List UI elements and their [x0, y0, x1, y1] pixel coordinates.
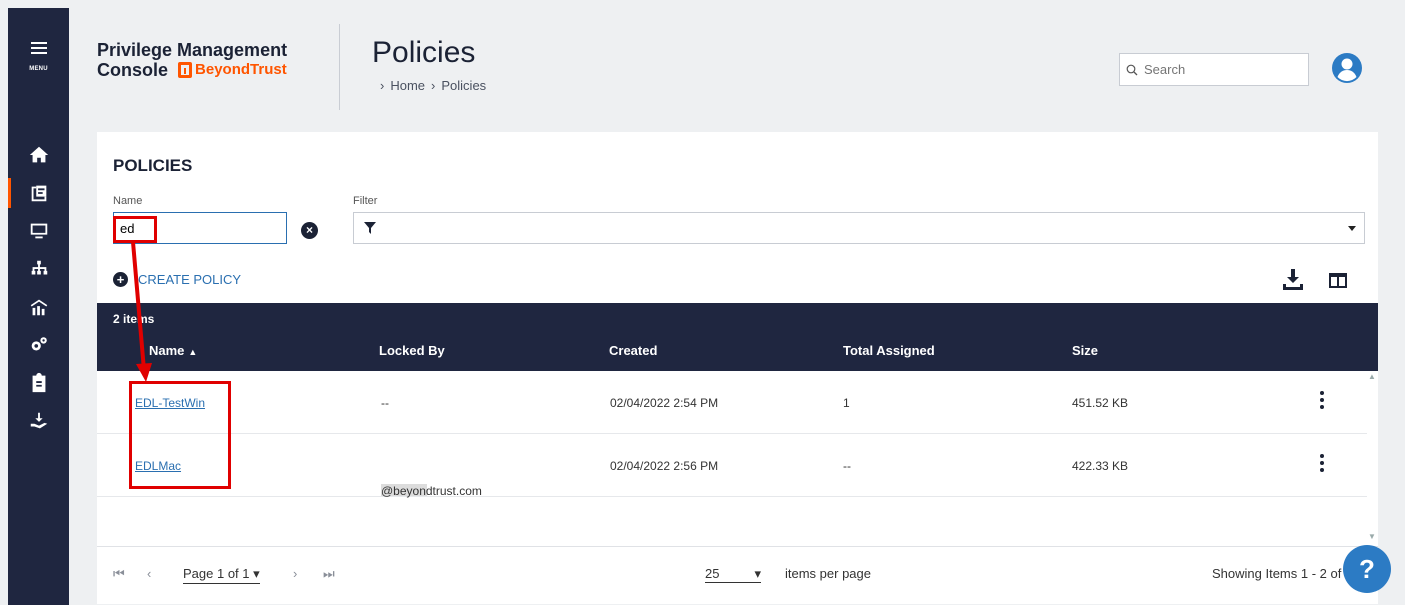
create-policy-button[interactable]: + CREATE POLICY: [113, 272, 241, 287]
per-page-select[interactable]: 25 ▾: [705, 566, 761, 583]
item-count: 2 items: [113, 312, 155, 326]
pagination: ⏮ ‹ Page 1 of 1 ▾ › ⏭ 25 ▾ items per pag…: [97, 546, 1378, 604]
scroll-up-icon[interactable]: ▲: [1368, 372, 1376, 381]
locked-by-cell: --: [381, 396, 389, 410]
deploy-icon: [30, 412, 47, 429]
breadcrumb-home[interactable]: Home: [390, 78, 425, 93]
policies-icon: [31, 185, 46, 202]
table-header: 2 items Name ▲ Locked By Created Total As…: [97, 303, 1378, 371]
header-divider: [339, 24, 340, 110]
computer-icon: [30, 223, 47, 239]
total-assigned-cell: --: [843, 459, 851, 473]
next-page-icon[interactable]: ›: [293, 566, 297, 581]
clear-name-icon[interactable]: ×: [301, 222, 318, 239]
size-cell: 451.52 KB: [1072, 396, 1129, 410]
col-size[interactable]: Size: [1072, 343, 1098, 358]
logo-mark-icon: [178, 62, 193, 78]
col-name[interactable]: Name ▲: [149, 343, 197, 358]
highlight-name-input: [113, 216, 157, 243]
columns-icon[interactable]: [1329, 273, 1347, 288]
beyondtrust-logo: BeyondTrust: [178, 60, 287, 80]
product-brand: Privilege Management Console BeyondTrust: [97, 40, 287, 80]
analytics-icon: [30, 299, 47, 316]
nav-deploy[interactable]: [8, 404, 69, 438]
page-select[interactable]: Page 1 of 1 ▾: [183, 566, 260, 584]
col-created[interactable]: Created: [609, 343, 657, 358]
page-title: Policies: [372, 36, 476, 69]
first-page-icon[interactable]: ⏮: [113, 566, 125, 582]
breadcrumb-current: Policies: [441, 78, 487, 93]
breadcrumb: › Home › Policies: [380, 78, 486, 93]
hamburger-icon: [30, 42, 47, 54]
nav-computers[interactable]: [8, 214, 69, 248]
create-policy-label: CREATE POLICY: [138, 272, 242, 287]
table-row[interactable]: EDL-TestWin -- 02/04/2022 2:54 PM 1 451.…: [97, 371, 1367, 434]
more-vert-icon[interactable]: [1320, 454, 1324, 475]
created-cell: 02/04/2022 2:56 PM: [610, 459, 719, 473]
policies-card: POLICIES Name × Filter + CREATE POLICY 2…: [97, 132, 1378, 604]
nav-settings[interactable]: [8, 328, 69, 362]
col-locked-by[interactable]: Locked By: [379, 343, 445, 358]
search-icon: [1126, 64, 1138, 75]
more-vert-icon[interactable]: [1320, 391, 1324, 412]
nav-groups[interactable]: [8, 252, 69, 286]
highlight-results: [129, 381, 231, 489]
total-assigned-cell: 1: [843, 396, 850, 410]
brand-line1: Privilege Management: [97, 40, 288, 60]
size-cell: 422.33 KB: [1072, 459, 1129, 473]
nav-rail: MENU: [8, 8, 69, 605]
home-icon: [29, 146, 48, 163]
search-input[interactable]: [1144, 62, 1294, 77]
filter-dropdown[interactable]: [353, 212, 1365, 244]
showing-items: Showing Items 1 - 2 of 2: [1212, 566, 1353, 581]
chevron-down-icon: [1348, 226, 1356, 231]
clipboard-icon: [32, 372, 45, 393]
sort-asc-icon: ▲: [188, 347, 198, 357]
page-header: Privilege Management Console BeyondTrust…: [69, 8, 1405, 124]
created-cell: 02/04/2022 2:54 PM: [610, 396, 719, 410]
nav-clipboard[interactable]: [8, 366, 69, 400]
menu-label: MENU: [29, 66, 48, 72]
last-page-icon[interactable]: ⏭: [323, 566, 335, 582]
help-button[interactable]: ?: [1343, 545, 1391, 593]
per-page-label: items per page: [785, 566, 871, 581]
nav-analytics[interactable]: [8, 290, 69, 324]
scroll-down-icon[interactable]: ▼: [1368, 532, 1376, 541]
chevron-down-icon: ▾: [754, 566, 761, 581]
plus-circle-icon: +: [113, 272, 128, 287]
nav-home[interactable]: [8, 138, 69, 172]
brand-line2: Console: [97, 60, 169, 80]
download-icon[interactable]: [1282, 268, 1304, 290]
prev-page-icon[interactable]: ‹: [147, 566, 151, 581]
section-title: POLICIES: [113, 156, 193, 175]
funnel-icon: [364, 222, 376, 234]
groups-icon: [31, 260, 47, 275]
col-total-assigned[interactable]: Total Assigned: [843, 343, 935, 358]
chevron-down-icon: ▾: [253, 566, 260, 581]
table-row[interactable]: EDLMac @beyondtrust.com 02/04/2022 2:56 …: [97, 434, 1367, 498]
menu-button[interactable]: MENU: [8, 42, 69, 75]
search-box[interactable]: [1119, 53, 1309, 86]
chevron-right-icon: ›: [431, 78, 436, 93]
user-avatar-icon[interactable]: [1331, 52, 1363, 84]
name-filter-label: Name: [113, 195, 143, 207]
nav-policies[interactable]: [8, 176, 69, 210]
chevron-right-icon: ›: [380, 78, 385, 93]
settings-icon: [31, 337, 47, 351]
filter-label: Filter: [353, 195, 378, 207]
